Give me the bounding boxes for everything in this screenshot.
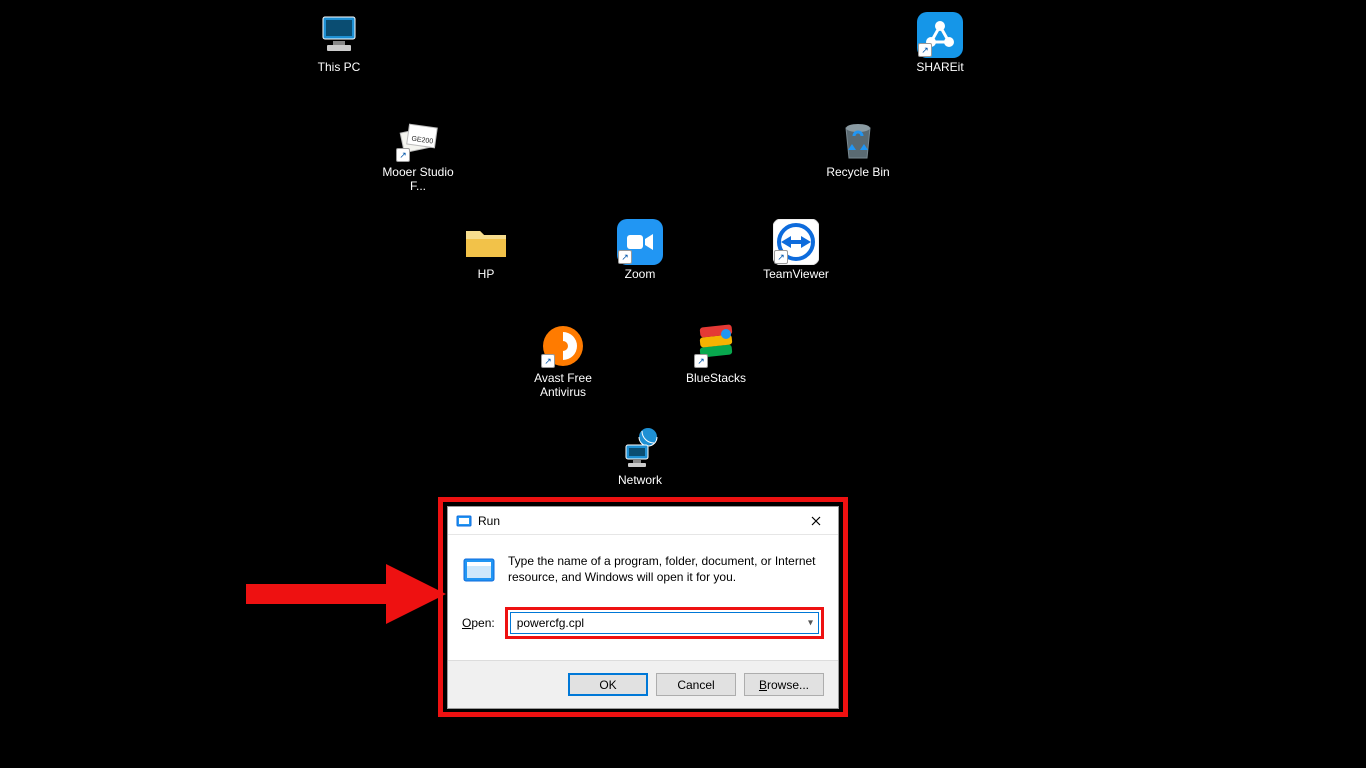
- desktop-icon-avast[interactable]: ↗ Avast Free Antivirus: [525, 322, 601, 400]
- mooer-icon: GE200 ↗: [394, 116, 442, 164]
- desktop-icon-label: TeamViewer: [763, 268, 829, 282]
- shortcut-arrow-icon: ↗: [396, 148, 410, 162]
- desktop-icon-zoom[interactable]: ↗ Zoom: [602, 218, 678, 282]
- desktop-icon-hp[interactable]: HP: [448, 218, 524, 282]
- ok-button[interactable]: OK: [568, 673, 648, 696]
- shortcut-arrow-icon: ↗: [694, 354, 708, 368]
- avast-icon: ↗: [539, 322, 587, 370]
- desktop-icon-network[interactable]: Network: [602, 424, 678, 488]
- recycle-bin-icon: [834, 116, 882, 164]
- shortcut-arrow-icon: ↗: [774, 250, 788, 264]
- desktop-icon-shareit[interactable]: ↗ SHAREit: [902, 11, 978, 75]
- shortcut-arrow-icon: ↗: [618, 250, 632, 264]
- desktop-icon-label: Mooer Studio F...: [380, 166, 456, 194]
- desktop-icon-bluestacks[interactable]: ↗ BlueStacks: [678, 322, 754, 386]
- desktop-icon-teamviewer[interactable]: ↗ TeamViewer: [758, 218, 834, 282]
- run-open-label: Open:: [462, 616, 495, 630]
- desktop-icon-label: Recycle Bin: [826, 166, 889, 180]
- close-icon: [811, 516, 821, 526]
- desktop-icon-mooer[interactable]: GE200 ↗ Mooer Studio F...: [380, 116, 456, 194]
- zoom-icon: ↗: [616, 218, 664, 266]
- network-icon: [616, 424, 664, 472]
- folder-icon: [462, 218, 510, 266]
- bluestacks-icon: ↗: [692, 322, 740, 370]
- run-titlebar[interactable]: Run: [448, 507, 838, 535]
- desktop-icon-label: BlueStacks: [686, 372, 746, 386]
- desktop-icon-recycle-bin[interactable]: Recycle Bin: [820, 116, 896, 180]
- run-dialog-icon: [462, 553, 496, 587]
- desktop-icon-label: HP: [478, 268, 495, 282]
- run-open-input[interactable]: [510, 612, 819, 634]
- desktop-icon-label: This PC: [318, 61, 361, 75]
- run-dialog: Run Type the name of a program, folder, …: [447, 506, 839, 709]
- shortcut-arrow-icon: ↗: [541, 354, 555, 368]
- run-app-icon: [456, 513, 472, 529]
- desktop-icon-label: Zoom: [625, 268, 656, 282]
- desktop-icon-label: SHAREit: [916, 61, 963, 75]
- this-pc-icon: [315, 11, 363, 59]
- desktop-icon-label: Avast Free Antivirus: [525, 372, 601, 400]
- annotation-arrow: [246, 564, 446, 624]
- shortcut-arrow-icon: ↗: [918, 43, 932, 57]
- run-title: Run: [478, 514, 500, 528]
- browse-button[interactable]: Browse...: [744, 673, 824, 696]
- desktop-icon-this-pc[interactable]: This PC: [301, 11, 377, 75]
- shareit-icon: ↗: [916, 11, 964, 59]
- desktop-icon-label: Network: [618, 474, 662, 488]
- close-button[interactable]: [796, 508, 836, 534]
- annotation-input-highlight: ▾: [505, 607, 824, 639]
- run-button-bar: OK Cancel Browse...: [448, 660, 838, 708]
- cancel-button[interactable]: Cancel: [656, 673, 736, 696]
- run-description: Type the name of a program, folder, docu…: [508, 553, 824, 585]
- teamviewer-icon: ↗: [772, 218, 820, 266]
